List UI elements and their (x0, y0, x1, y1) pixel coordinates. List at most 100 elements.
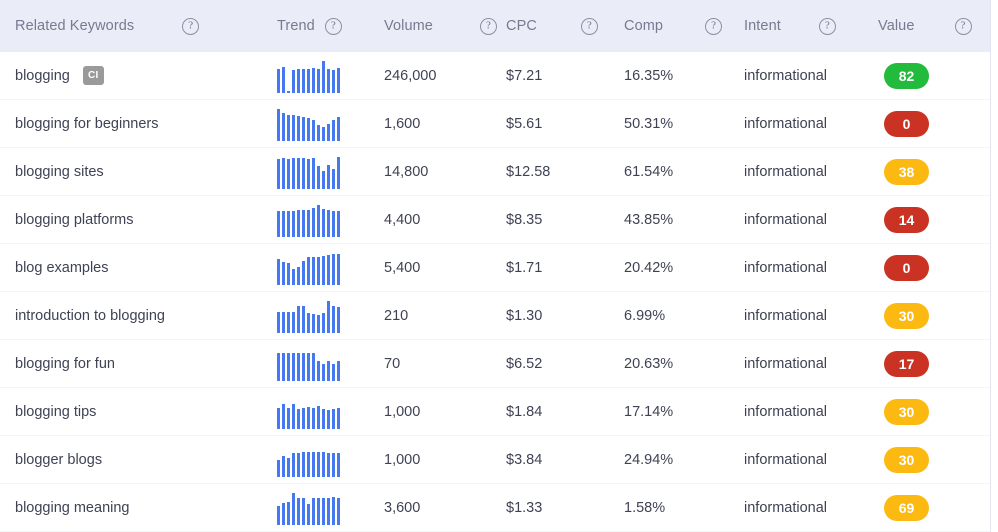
value-score-badge[interactable]: 30 (884, 302, 929, 329)
sparkline-bar (282, 353, 285, 381)
cell-keyword: blogging sites (0, 148, 272, 196)
help-circle-icon[interactable]: ? (954, 17, 972, 35)
column-header-keyword[interactable]: Related Keywords ? (0, 0, 272, 52)
cell-volume: 70 (384, 340, 506, 388)
sparkline-bar (282, 158, 285, 189)
help-glyph: ? (188, 19, 194, 31)
help-circle-icon[interactable]: ? (324, 17, 342, 35)
keyword-link[interactable]: introduction to blogging (15, 308, 165, 324)
keyword-link[interactable]: blog examples (15, 260, 109, 276)
sparkline-bar (292, 157, 295, 189)
sparkline-bar (327, 498, 330, 525)
cell-trend (272, 196, 384, 244)
cell-trend (272, 52, 384, 100)
sparkline-bar (332, 254, 335, 285)
column-header-volume[interactable]: Volume ? (384, 0, 506, 52)
trend-sparkline[interactable] (272, 59, 340, 93)
table-row[interactable]: blogging CI 246,000 $7.21 16.35% informationa… (0, 52, 990, 100)
value-score-badge[interactable]: 69 (884, 494, 929, 521)
cpc-value: $5.61 (506, 115, 543, 132)
help-circle-icon[interactable]: ? (580, 17, 598, 35)
value-score-badge[interactable]: 14 (884, 206, 929, 233)
keyword-link[interactable]: blogger blogs (15, 452, 102, 468)
value-score-badge[interactable]: 0 (884, 254, 929, 281)
cell-cpc: $12.58 (506, 148, 624, 196)
keyword-ci-badge[interactable]: CI (82, 66, 104, 85)
trend-sparkline[interactable] (272, 155, 340, 189)
table-row[interactable]: introduction to blogging 210 $1.30 6.99% inf… (0, 292, 990, 340)
column-header-volume-label: Volume (384, 18, 433, 34)
sparkline-bar (317, 166, 320, 189)
sparkline-bar (282, 312, 285, 333)
help-circle-icon[interactable]: ? (479, 17, 497, 35)
cell-comp: 24.94% (624, 436, 744, 484)
value-score-badge[interactable]: 17 (884, 350, 929, 377)
value-score-badge[interactable]: 82 (884, 62, 929, 89)
sparkline-bar (297, 115, 300, 141)
keyword-link[interactable]: blogging platforms (15, 212, 134, 228)
cell-comp: 6.99% (624, 292, 744, 340)
column-header-cpc[interactable]: CPC ? (506, 0, 624, 52)
sparkline-bar (327, 165, 330, 189)
sparkline-bar (332, 69, 335, 93)
column-header-comp[interactable]: Comp ? (624, 0, 744, 52)
keyword-link[interactable]: blogging for fun (15, 356, 115, 372)
trend-sparkline[interactable] (272, 395, 340, 429)
cell-value: 17 (872, 340, 990, 388)
value-score-badge[interactable]: 30 (884, 446, 929, 473)
trend-sparkline[interactable] (272, 443, 340, 477)
trend-sparkline[interactable] (272, 251, 340, 285)
related-keywords-table: Related Keywords ? Trend ? Volume ? CPC … (0, 0, 998, 532)
value-score-badge[interactable]: 38 (884, 158, 929, 185)
help-glyph: ? (330, 19, 336, 31)
keyword-link[interactable]: blogging tips (15, 404, 96, 420)
table-row[interactable]: blogging for fun 70 $6.52 20.63% information… (0, 340, 990, 388)
sparkline-bar (292, 312, 295, 333)
cell-value: 69 (872, 484, 990, 532)
cell-comp: 20.63% (624, 340, 744, 388)
help-circle-icon[interactable]: ? (705, 17, 723, 35)
table-row[interactable]: blogging platforms 4,400 $8.35 43.85% inform… (0, 196, 990, 244)
trend-sparkline[interactable] (272, 107, 340, 141)
value-score-badge[interactable]: 0 (884, 110, 929, 137)
table-row[interactable]: blogging for beginners 1,600 $5.61 50.31% in… (0, 100, 990, 148)
help-circle-icon[interactable]: ? (818, 17, 836, 35)
column-header-value-label: Value (878, 18, 915, 34)
comp-value: 6.99% (624, 307, 666, 324)
keyword-link[interactable]: blogging (15, 68, 70, 84)
keyword-link[interactable]: blogging meaning (15, 500, 129, 516)
table-row[interactable]: blogger blogs 1,000 $3.84 24.94% information… (0, 436, 990, 484)
table-row[interactable]: blogging meaning 3,600 $1.33 1.58% informati… (0, 484, 990, 532)
help-glyph: ? (586, 19, 592, 31)
cell-volume: 1,000 (384, 388, 506, 436)
sparkline-bar (302, 158, 305, 189)
table-row[interactable]: blogging tips 1,000 $1.84 17.14% information… (0, 388, 990, 436)
sparkline-bar (277, 68, 280, 93)
column-header-trend[interactable]: Trend ? (272, 0, 384, 52)
sparkline-bar (302, 260, 305, 285)
volume-value: 70 (384, 355, 401, 372)
trend-sparkline[interactable] (272, 491, 340, 525)
trend-sparkline[interactable] (272, 299, 340, 333)
vertical-scrollbar[interactable] (990, 0, 998, 532)
keyword-link[interactable]: blogging sites (15, 164, 104, 180)
sparkline-bar (297, 408, 300, 429)
column-header-value[interactable]: Value ? (872, 0, 990, 52)
trend-sparkline[interactable] (272, 347, 340, 381)
sparkline-bar (277, 210, 280, 237)
sparkline-bar (337, 306, 340, 333)
table-row[interactable]: blogging sites 14,800 $12.58 61.54% informat… (0, 148, 990, 196)
comp-value: 61.54% (624, 163, 674, 180)
comp-value: 17.14% (624, 403, 674, 420)
sparkline-bar (282, 210, 285, 237)
cell-intent: informational (744, 196, 872, 244)
column-header-intent[interactable]: Intent ? (744, 0, 872, 52)
table-row[interactable]: blog examples 5,400 $1.71 20.42% information… (0, 244, 990, 292)
cell-cpc: $8.35 (506, 196, 624, 244)
trend-sparkline[interactable] (272, 203, 340, 237)
keyword-link[interactable]: blogging for beginners (15, 116, 159, 132)
value-score-badge[interactable]: 30 (884, 398, 929, 425)
help-circle-icon[interactable]: ? (182, 17, 200, 35)
cell-keyword: blogging meaning (0, 484, 272, 532)
sparkline-bar (307, 69, 310, 93)
